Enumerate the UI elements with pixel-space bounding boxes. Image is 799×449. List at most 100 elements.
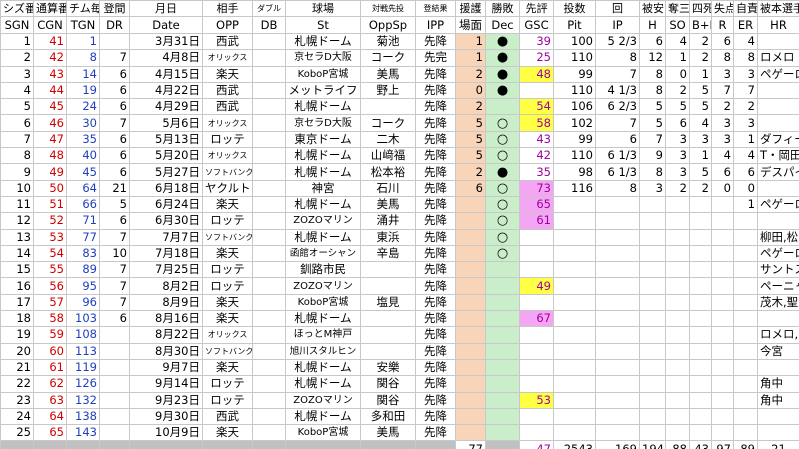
- cell-sgn: 6: [0, 114, 34, 132]
- cell-sup: [455, 326, 486, 344]
- cell-r: 0: [711, 179, 734, 197]
- cell-pit: [553, 228, 596, 246]
- game-row[interactable]: 18 58 103 6 8月16日 楽天 札幌ドーム 先降 67: [0, 310, 799, 328]
- cell-ip: 8: [595, 179, 640, 197]
- cell-date: 5月13日: [129, 130, 203, 149]
- cell-dr: 7: [99, 114, 130, 132]
- game-row[interactable]: 23 63 132 9月23日 ロッテ ZOZOマリン 関谷 先降 53 角中: [0, 391, 799, 409]
- game-row[interactable]: 4 44 19 6 4月22日 西武 メットライフ 野上 先降 0 ● 110 4 1/3 8 2 5 7 7: [0, 81, 799, 100]
- cell-er: 0: [733, 179, 758, 197]
- cell-pit: [553, 326, 596, 344]
- cell-er: [733, 228, 758, 246]
- cell-ipp: 先完: [415, 49, 456, 67]
- cell-sgn: 7: [0, 130, 34, 149]
- total-r: 97: [711, 440, 734, 449]
- cell-bh: [689, 310, 712, 328]
- game-row[interactable]: 145483107月18日楽天 函館オーシャン辛島先降 ○ ペゲーロ: [0, 244, 799, 263]
- header-jp-cell: 投数: [553, 0, 596, 17]
- cell-er: [733, 391, 758, 409]
- game-row[interactable]: 1959108 8月22日オリックス ほっとM神戸 先降 ロメロ,中島: [0, 326, 799, 344]
- cell-tgn: 45: [66, 163, 100, 181]
- game-row[interactable]: 10 50 64 21 6月18日 ヤクルト 神宮 石川 先降 6 ○ 73 116 8 3 2 2 0 0: [0, 179, 799, 197]
- cell-oppsp: 石川: [360, 179, 416, 197]
- cell-st: KoboP宮城: [285, 293, 361, 312]
- cell-ipp: 先降: [415, 81, 456, 100]
- cell-sup: 1: [455, 49, 486, 67]
- game-row[interactable]: 8 48 40 6 5月20日 オリックス 札幌ドーム 山﨑福 先降 5 ○ 42 110 6 1/3 9 3…: [0, 147, 799, 165]
- cell-hr: ロメロ: [757, 49, 799, 67]
- cell-ipp: 先降: [415, 310, 456, 328]
- cell-date: 8月30日: [129, 342, 203, 360]
- cell-ipp: 先降: [415, 375, 456, 393]
- cell-so: [665, 407, 690, 426]
- game-row[interactable]: 1 41 1 3月31日 西武 札幌ドーム 菊池 先降 1 ● 39 100 5 2/3 6 4 2 6 4: [0, 32, 799, 51]
- game-row[interactable]: 25 65 143 10月9日 楽天 KoboP宮城 美馬 先降: [0, 424, 799, 442]
- cell-ipp: 先降: [415, 65, 456, 83]
- cell-r: [711, 342, 734, 360]
- cell-er: 3: [733, 65, 758, 83]
- game-row[interactable]: 16569578月2日ロッテ ZOZOマリン 先降 49 ペーニャ2: [0, 277, 799, 295]
- game-row[interactable]: 15558977月25日ロッテ 釧路市民 先降 サントス: [0, 261, 799, 279]
- cell-cgn: 58: [33, 310, 67, 328]
- header-abbrev-cell: DR: [99, 16, 130, 34]
- cell-sup: [455, 277, 486, 295]
- cell-bh: [689, 244, 712, 263]
- header-abbrev-cell: R: [711, 16, 734, 34]
- cell-r: [711, 326, 734, 344]
- cell-h: 12: [639, 49, 666, 67]
- cell-dec: [485, 277, 520, 295]
- game-row[interactable]: 13537777月7日ソフトバンク札幌ドーム東浜先降○柳田,松田: [0, 228, 799, 246]
- cell-ip: [595, 195, 640, 214]
- cell-pit: 98: [553, 163, 596, 181]
- cell-er: 4: [733, 147, 758, 165]
- cell-bh: 5: [689, 81, 712, 100]
- game-row[interactable]: 11516656月24日楽天 札幌ドーム美馬先降 ○65 1ペゲーロ: [0, 195, 799, 214]
- game-row[interactable]: 21 61 119 9月7日 楽天 札幌ドーム 安樂 先降: [0, 358, 799, 377]
- cell-so: [665, 195, 690, 214]
- cell-date: 8月2日: [129, 277, 203, 295]
- game-row[interactable]: 17579678月9日楽天 KoboP宮城塩見先降 茂木,聖澤: [0, 293, 799, 312]
- cell-bh: 5: [689, 163, 712, 181]
- cell-dr: [99, 32, 130, 51]
- cell-gsc: [519, 261, 554, 279]
- cell-db: [252, 130, 286, 149]
- cell-er: 1: [733, 195, 758, 214]
- cell-r: [711, 261, 734, 279]
- cell-oppsp: 関谷: [360, 391, 416, 409]
- cell-tgn: 8: [66, 49, 100, 67]
- game-row[interactable]: 6 46 30 7 5月6日 オリックス 京セラD大阪 コーク 先降 5 ○ 58 102 7 5 6 4 3 3: [0, 114, 799, 132]
- game-row[interactable]: 24 64 138 9月30日 西武 札幌ドーム 多和田 先降: [0, 407, 799, 426]
- cell-oppsp: [360, 277, 416, 295]
- cell-hr: [757, 407, 799, 426]
- cell-date: 4月29日: [129, 98, 203, 116]
- header-abbrev-cell: SGN: [0, 16, 34, 34]
- cell-opp: ロッテ: [202, 212, 253, 230]
- cell-hr: T・岡田: [757, 147, 799, 165]
- game-row[interactable]: 20 60 113 8月30日 ソフトバンク 旭川スタルヒン 先降 今宮: [0, 342, 799, 360]
- cell-so: 0: [665, 65, 690, 83]
- game-row[interactable]: 22 62 126 9月14日 ロッテ 札幌ドーム 関谷 先降 角中: [0, 375, 799, 393]
- game-row[interactable]: 12 52 71 6 6月30日 ロッテ ZOZOマリン 涌井 先降 ○ 61: [0, 212, 799, 230]
- cell-pit: [553, 244, 596, 263]
- cell-cgn: 61: [33, 358, 67, 377]
- game-row[interactable]: 9 49 45 6 5月27日 ソフトバンク 札幌ドーム 松本裕 先降 2 ● 35 98 6 1/3 8 3…: [0, 163, 799, 181]
- cell-sgn: 25: [0, 424, 34, 442]
- cell-ipp: 先降: [415, 228, 456, 246]
- header-abbrev-cell: Dec: [485, 16, 520, 34]
- cell-bh: [689, 424, 712, 442]
- game-row[interactable]: 5 45 24 6 4月29日 西武 札幌ドーム 先降 2 54 106 6 2/3 5 5 5 2 2: [0, 98, 799, 116]
- cell-bh: 1: [689, 147, 712, 165]
- cell-cgn: 63: [33, 391, 67, 409]
- cell-so: [665, 375, 690, 393]
- cell-sgn: 20: [0, 342, 34, 360]
- cell-h: [639, 310, 666, 328]
- game-row[interactable]: 3431464月15日楽天KoboP宮城美馬先降2●4899780133ペゲーロ: [0, 65, 799, 83]
- cell-dec: [485, 261, 520, 279]
- game-row[interactable]: 2 42 8 7 4月8日 オリックス 京セラD大阪 コーク 先完 1 ● 25 110 8 12 1 2 8 8 ロ…: [0, 49, 799, 67]
- cell-opp: 西武: [202, 407, 253, 426]
- game-row[interactable]: 7473565月13日ロッテ東京ドーム二木先降5○4399673331ダフィー,…: [0, 130, 799, 149]
- cell-st: 札幌ドーム: [285, 375, 361, 393]
- total-tgn: [66, 440, 100, 449]
- cell-gsc: 61: [519, 212, 554, 230]
- cell-sgn: 19: [0, 326, 34, 344]
